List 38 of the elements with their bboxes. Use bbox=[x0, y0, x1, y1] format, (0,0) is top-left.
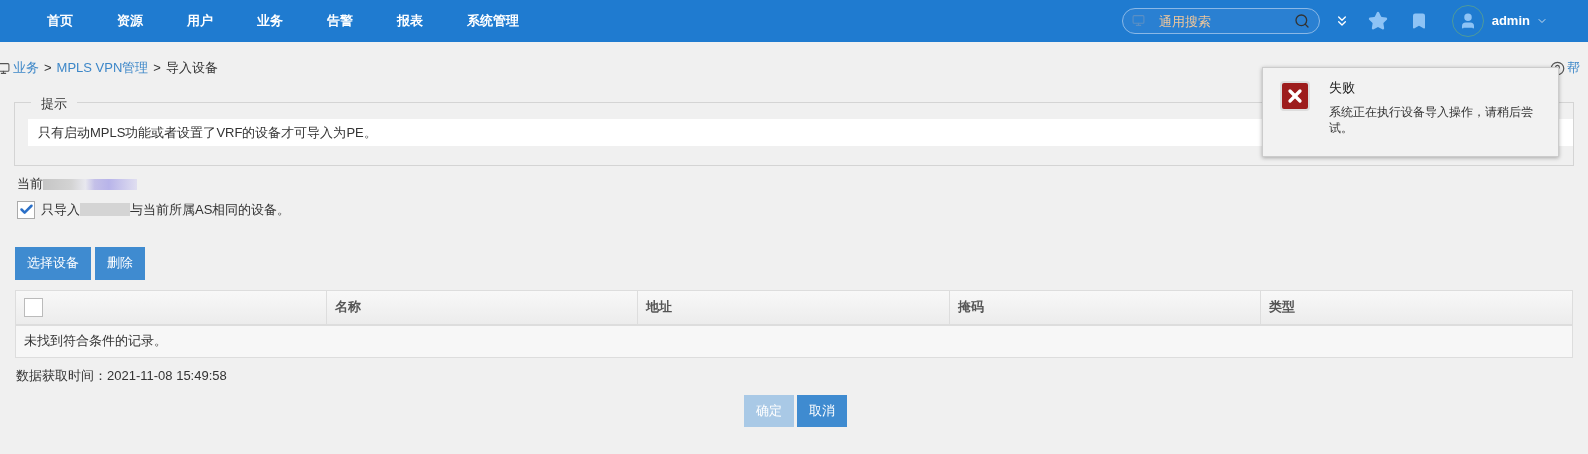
nav-item[interactable]: 系统管理 bbox=[467, 11, 519, 31]
breadcrumb-icon bbox=[0, 61, 10, 75]
breadcrumb-separator: > bbox=[44, 59, 52, 78]
nav-item[interactable]: 告警 bbox=[327, 11, 353, 31]
hint-text: 只有启动MPLS功能或者设置了VRF的设备才可导入为PE。 bbox=[38, 123, 377, 142]
toolbar-button[interactable]: 选择设备 bbox=[15, 246, 91, 280]
timestamp: 数据获取时间：2021-11-08 15:49:58 bbox=[16, 367, 227, 383]
toolbar-button[interactable]: 删除 bbox=[95, 246, 145, 280]
column-header[interactable]: 名称 bbox=[335, 297, 362, 317]
breadcrumb-separator: > bbox=[153, 59, 161, 78]
checkbox-label[interactable]: 只导入 bbox=[41, 200, 80, 220]
star-icon[interactable] bbox=[1367, 11, 1388, 31]
user-name[interactable]: admin bbox=[1491, 11, 1530, 31]
error-icon bbox=[1280, 81, 1310, 111]
column-header[interactable]: 类型 bbox=[1268, 297, 1295, 317]
toast-title: 失败 bbox=[1329, 79, 1356, 97]
column-header[interactable]: 掩码 bbox=[957, 297, 984, 317]
nav-item[interactable]: 用户 bbox=[187, 11, 213, 31]
search-icon[interactable] bbox=[1293, 13, 1310, 29]
column-header[interactable]: 地址 bbox=[646, 297, 673, 317]
current-label: 当前 bbox=[17, 175, 43, 194]
dialog-button[interactable]: 取消 bbox=[796, 395, 847, 427]
blurred-value bbox=[80, 203, 130, 217]
nav-item[interactable]: 报表 bbox=[397, 11, 423, 31]
checkbox-label[interactable]: 与当前所属AS相同的设备。 bbox=[130, 200, 291, 220]
checkbox[interactable] bbox=[17, 200, 35, 219]
select-all-checkbox[interactable] bbox=[24, 297, 43, 317]
breadcrumb-link[interactable]: MPLS VPN管理 bbox=[56, 58, 149, 78]
breadcrumb-link[interactable]: 业务 bbox=[13, 58, 39, 78]
nav-item[interactable]: 资源 bbox=[117, 11, 143, 31]
search-field[interactable]: 通用搜索 bbox=[1121, 8, 1320, 34]
toast-message: 系统正在执行设备导入操作，请稍后尝试。 bbox=[1329, 103, 1534, 136]
search-scope-icon[interactable] bbox=[1131, 14, 1145, 27]
empty-message: 未找到符合条件的记录。 bbox=[24, 332, 167, 351]
nav-item[interactable]: 首页 bbox=[47, 11, 73, 31]
help-link[interactable]: 帮 bbox=[1567, 58, 1580, 78]
breadcrumb-current: 导入设备 bbox=[165, 59, 218, 78]
nav-item[interactable]: 业务 bbox=[257, 11, 283, 31]
